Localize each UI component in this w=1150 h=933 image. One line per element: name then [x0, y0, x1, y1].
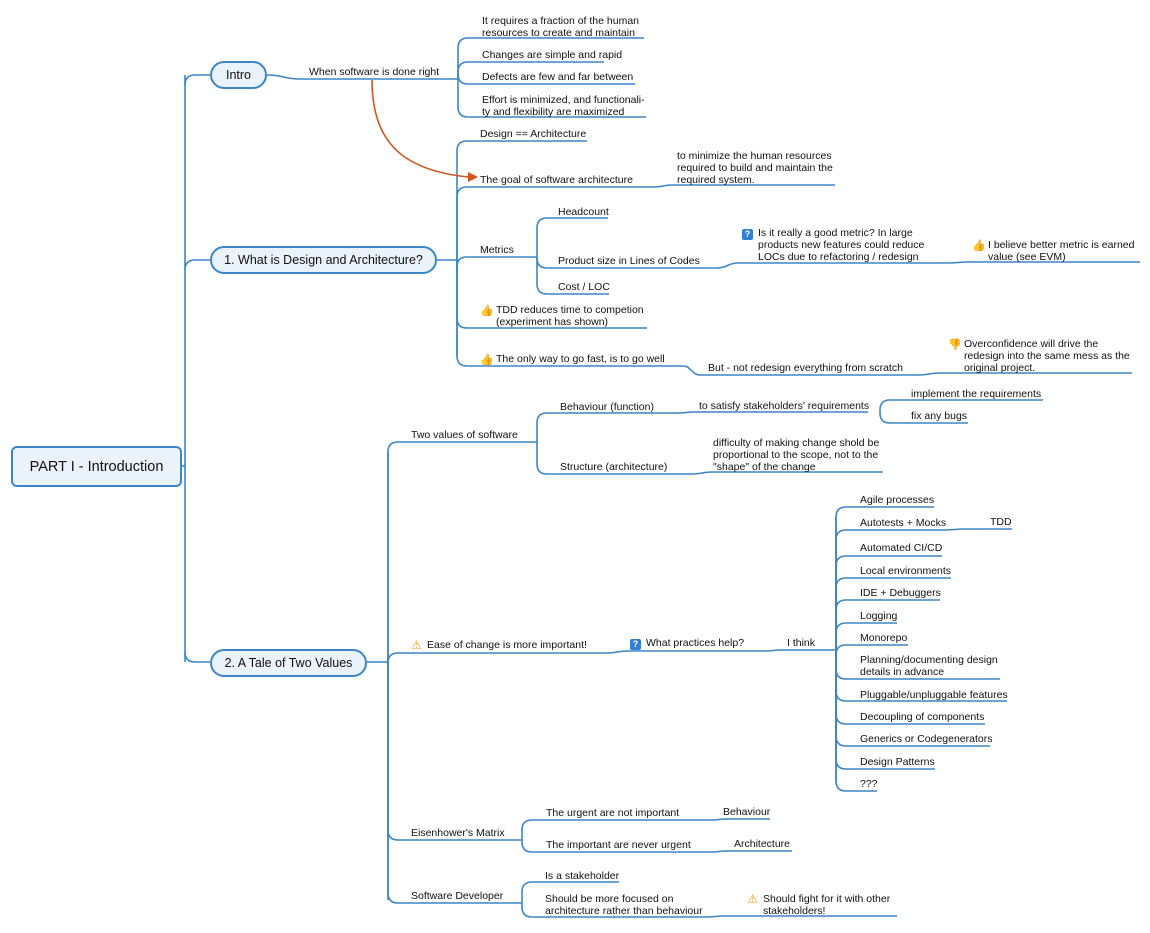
goal-of-architecture[interactable]: The goal of software architecture [480, 174, 633, 186]
urgent-not-important[interactable]: The urgent are not important [546, 807, 679, 819]
tdd-text: TDD reduces time to competion (experimen… [496, 304, 644, 328]
practice-item[interactable]: IDE + Debuggers [860, 587, 941, 599]
practice-item[interactable]: Local environments [860, 565, 951, 577]
practice-item[interactable]: Generics or Codegenerators [860, 733, 993, 745]
practices-q-text: What practices help? [646, 637, 745, 649]
intro-item-defects[interactable]: Defects are few and far between [482, 71, 633, 83]
metrics-branch [456, 256, 537, 268]
software-developer[interactable]: Software Developer [411, 890, 503, 902]
structure[interactable]: Structure (architecture) [560, 461, 667, 473]
design-eq-branch [456, 140, 587, 260]
topic-tale-of-two-values-label: 2. A Tale of Two Values [224, 656, 353, 670]
loc-question-text: Is it really a good metric? In large pro… [758, 227, 925, 263]
ease-text: Ease of change is more important! [427, 639, 587, 651]
go-fast-text: The only way to go fast, is to go well [496, 353, 665, 365]
practices-q-link [606, 650, 766, 654]
topic-tale-of-two-values[interactable]: 2. A Tale of Two Values [210, 649, 367, 677]
intro-item-changes[interactable]: Changes are simple and rapid [482, 49, 622, 61]
i-think[interactable]: I think [787, 637, 815, 649]
behaviour[interactable]: Behaviour (function) [560, 401, 654, 413]
what-practices-help[interactable]: ? What practices help? [630, 637, 744, 650]
not-redesign[interactable]: But - not redesign everything from scrat… [708, 362, 903, 374]
fix-bugs[interactable]: fix any bugs [911, 410, 967, 422]
thumbs-down-icon: 👎 [948, 339, 962, 351]
question-icon: ? [630, 639, 641, 650]
thumbs-up-icon: 👍 [480, 354, 494, 366]
loc-answer[interactable]: 👍 I believe better metric is earned value… [972, 239, 1135, 263]
thumbs-up-icon: 👍 [972, 240, 986, 252]
two-values-branch [387, 441, 537, 662]
urgent-answer[interactable]: Behaviour [723, 806, 770, 818]
metric-headcount[interactable]: Headcount [558, 206, 609, 218]
practice-item[interactable]: Agile processes [860, 494, 934, 506]
fight-text: Should fight for it with other stakehold… [763, 893, 891, 917]
practice-item[interactable]: Automated CI/CD [860, 542, 942, 554]
practice-item[interactable]: Design Patterns [860, 756, 935, 768]
topic-what-is-design[interactable]: 1. What is Design and Architecture? [210, 246, 437, 274]
fight-for-it[interactable]: ⚠ Should fight for it with other stakehol… [747, 893, 890, 917]
spine-intro [184, 74, 210, 86]
ease-branch [387, 652, 607, 664]
urgent-answer-link [712, 818, 770, 821]
implement-requirements[interactable]: implement the requirements [911, 388, 1041, 400]
is-stakeholder[interactable]: Is a stakeholder [545, 870, 619, 882]
loc-answer-text: I believe better metric is earned value … [988, 239, 1135, 263]
tdd[interactable]: TDD [990, 516, 1012, 528]
important-never-urgent[interactable]: The important are never urgent [546, 839, 691, 851]
loc-question-link [716, 262, 946, 269]
practice-item[interactable]: Pluggable/unpluggable features [860, 689, 1008, 701]
intro-item-effort[interactable]: Effort is minimized, and functionali- ty… [482, 94, 645, 118]
urgent-branch [521, 819, 713, 840]
overconfidence[interactable]: 👎 Overconfidence will drive the redesign … [948, 338, 1130, 374]
practice-item[interactable]: Monorepo [860, 632, 907, 644]
thumbs-up-icon: 👍 [480, 305, 494, 317]
root-topic[interactable]: PART I - Introduction [11, 446, 182, 487]
topic-what-is-design-label: 1. What is Design and Architecture? [224, 253, 423, 267]
topic-intro[interactable]: Intro [210, 61, 267, 89]
when-software-done-right[interactable]: When software is done right [309, 66, 439, 78]
important-answer[interactable]: Architecture [734, 838, 790, 850]
eisenhower-matrix[interactable]: Eisenhower's Matrix [411, 827, 505, 839]
practice-item[interactable]: Planning/documenting design details in a… [860, 654, 998, 678]
developer-branch [387, 662, 522, 904]
practice-item[interactable]: Autotests + Mocks [860, 517, 946, 529]
intro-item-fraction[interactable]: It requires a fraction of the human reso… [482, 15, 639, 39]
tdd-reduces-time[interactable]: 👍 TDD reduces time to competion (experime… [480, 304, 644, 328]
behaviour-branch [536, 412, 677, 442]
headcount-branch [536, 217, 608, 257]
metrics[interactable]: Metrics [480, 244, 514, 256]
go-fast[interactable]: 👍 The only way to go fast, is to go well [480, 353, 665, 366]
design-equals-architecture[interactable]: Design == Architecture [480, 128, 586, 140]
question-icon: ? [742, 229, 753, 240]
practice-item[interactable]: Logging [860, 610, 897, 622]
warning-icon: ⚠ [747, 892, 758, 906]
overconfidence-text: Overconfidence will drive the redesign i… [964, 338, 1130, 374]
practice-item[interactable]: ??? [860, 778, 878, 790]
goal-detail[interactable]: to minimize the human resources required… [677, 150, 833, 186]
root-topic-label: PART I - Introduction [29, 458, 164, 475]
i-think-link [765, 649, 836, 652]
practice-item[interactable]: Decoupling of components [860, 711, 984, 723]
relationship-arrow [371, 79, 469, 178]
topic-intro-label: Intro [225, 68, 251, 82]
eisenhower-branch [387, 662, 522, 841]
spine-section2 [184, 651, 210, 663]
arrowhead-icon [468, 172, 478, 182]
metric-product-size[interactable]: Product size in Lines of Codes [558, 255, 700, 267]
loc-question[interactable]: ? Is it really a good metric? In large pr… [742, 227, 924, 263]
spine-section1 [184, 259, 210, 271]
behaviour-goal[interactable]: to satisfy stakeholders' requirements [699, 400, 869, 412]
metric-cost-loc[interactable]: Cost / LOC [558, 281, 610, 293]
behaviour-goal-link [676, 411, 868, 414]
focused-on-architecture[interactable]: Should be more focused on architecture r… [545, 893, 703, 917]
tdd-link [943, 528, 1012, 531]
structure-detail[interactable]: difficulty of making change shold be pro… [713, 437, 879, 473]
ease-of-change[interactable]: ⚠ Ease of change is more important! [411, 639, 587, 651]
important-answer-link [712, 850, 792, 853]
warning-icon: ⚠ [411, 638, 422, 652]
two-values[interactable]: Two values of software [411, 429, 518, 441]
